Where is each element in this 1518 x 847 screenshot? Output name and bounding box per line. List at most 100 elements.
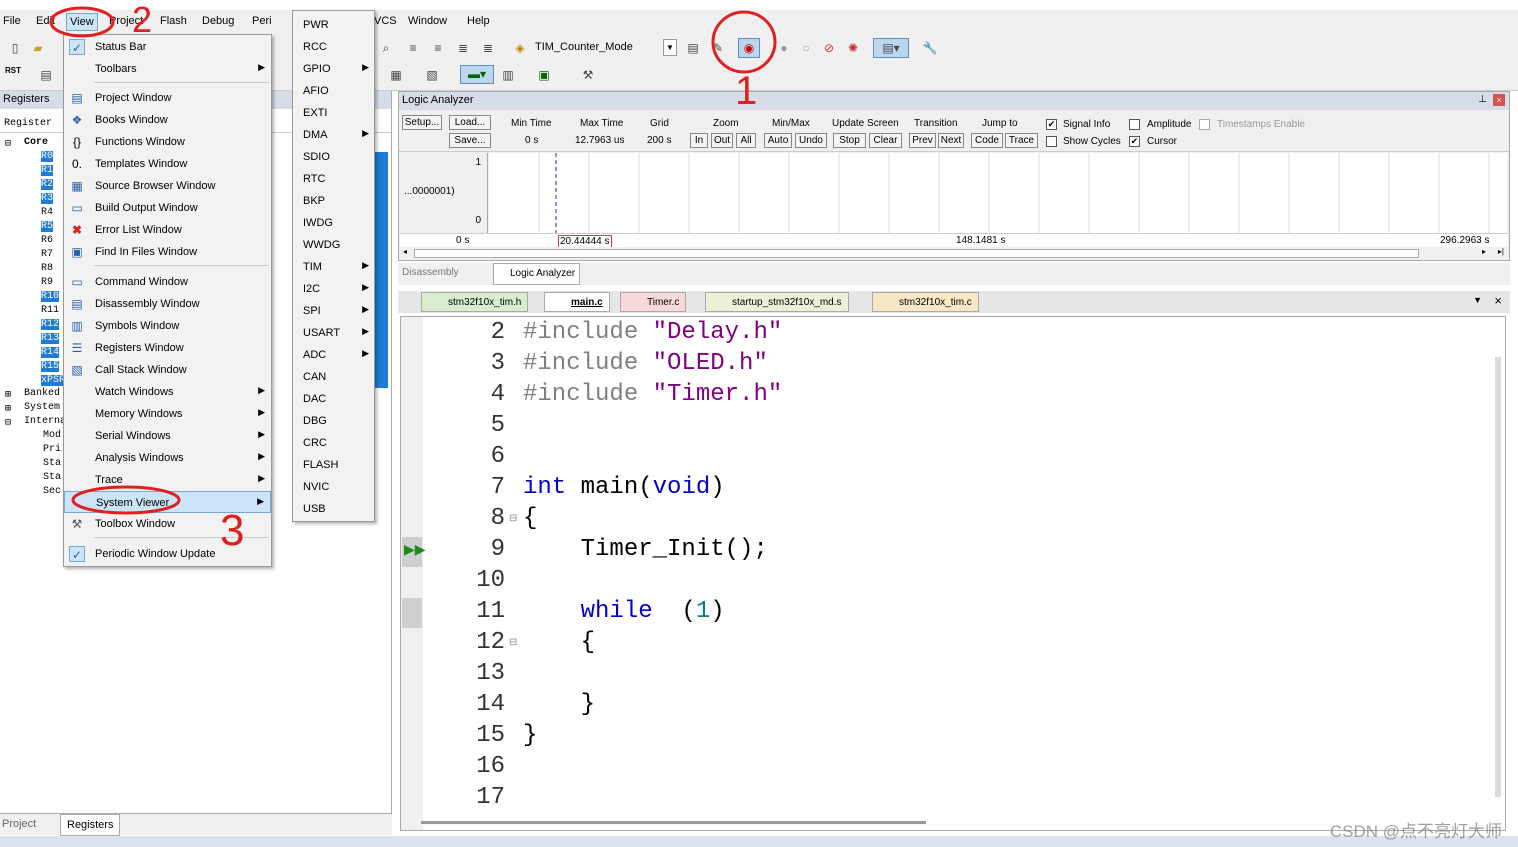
scroll-right-icon[interactable]: ▸ — [1482, 247, 1486, 256]
tab-main-c[interactable]: main.c — [544, 292, 610, 312]
target-dropdown[interactable]: ▼ — [663, 39, 677, 56]
trace-button[interactable]: Trace — [1005, 133, 1038, 148]
periph-tim[interactable]: TIM ▶ — [293, 256, 374, 278]
periph-sdio[interactable]: SDIO — [293, 146, 374, 168]
menu-item-watch-windows[interactable]: Watch Windows ▶ — [64, 381, 271, 403]
kill-breakpoints-icon[interactable]: ✺ — [845, 40, 861, 56]
menu-project[interactable]: Project — [109, 15, 143, 27]
horizontal-scrollbar[interactable]: ◂ ▸ ▸| — [400, 247, 1508, 260]
register-xpsr[interactable]: xPSR — [41, 375, 66, 386]
tab-stm32f10x-tim-c[interactable]: stm32f10x_tim.c — [872, 292, 979, 312]
signal-name[interactable]: ...0000001) — [404, 186, 455, 197]
waveform-area[interactable] — [489, 153, 1507, 233]
periph-bkp[interactable]: BKP — [293, 190, 374, 212]
group-system[interactable]: System — [24, 402, 60, 413]
menu-help[interactable]: Help — [467, 15, 490, 27]
menu-item-source-browser[interactable]: ▦ Source Browser Window — [64, 175, 271, 197]
register-r10[interactable]: R10 — [41, 291, 60, 302]
cursor-checkbox[interactable]: ✔ — [1129, 136, 1140, 147]
core-expander[interactable]: ⊟ — [5, 138, 11, 150]
disable-breakpoints-icon[interactable]: ⊘ — [821, 40, 837, 56]
zoom-in-button[interactable]: In — [690, 133, 708, 148]
amplitude-checkbox[interactable] — [1129, 119, 1140, 130]
periph-afio[interactable]: AFIO — [293, 80, 374, 102]
register-r12[interactable]: R12 — [41, 319, 60, 330]
prev-button[interactable]: Prev — [909, 133, 936, 148]
banked-expander[interactable]: ⊞ — [5, 389, 11, 401]
debug-session-icon[interactable]: ◉ — [738, 38, 760, 58]
code-button[interactable]: Code — [971, 133, 1003, 148]
register-r2[interactable]: R2 — [41, 179, 54, 190]
periph-usart[interactable]: USART ▶ — [293, 322, 374, 344]
stop-button[interactable]: Stop — [833, 133, 866, 148]
menu-item-disassembly-window[interactable]: ▤ Disassembly Window — [64, 293, 271, 315]
register-r8[interactable]: R8 — [41, 263, 53, 274]
periph-can[interactable]: CAN — [293, 366, 374, 388]
menu-edit[interactable]: Edit — [36, 15, 55, 27]
setup-button[interactable]: Setup... — [402, 115, 442, 130]
timestamps-checkbox[interactable] — [1199, 119, 1210, 130]
tab-project[interactable]: Project — [2, 818, 36, 830]
menu-item-system-viewer[interactable]: System Viewer ▶ — [64, 491, 271, 513]
zoom-all-button[interactable]: All — [736, 133, 756, 148]
menu-window[interactable]: Window — [408, 15, 447, 27]
menu-item-toolbox-window[interactable]: ⚒ Toolbox Window — [64, 513, 271, 535]
undo-button[interactable]: Undo — [795, 133, 827, 148]
trace-window-icon[interactable]: ▥ — [500, 67, 516, 83]
outdent-icon[interactable]: ≡ — [430, 40, 446, 56]
vertical-scrollbar[interactable] — [1495, 357, 1501, 797]
menu-item-call-stack-window[interactable]: ▧ Call Stack Window — [64, 359, 271, 381]
signal-info-checkbox[interactable]: ✔ — [1046, 119, 1057, 130]
scroll-left-icon[interactable]: ◂ — [403, 247, 407, 256]
tab-timer-c[interactable]: Timer.c — [620, 292, 687, 312]
periph-adc[interactable]: ADC ▶ — [293, 344, 374, 366]
show-cycles-checkbox[interactable] — [1046, 136, 1057, 147]
run-icon[interactable]: ▤ — [38, 67, 54, 83]
periph-wwdg[interactable]: WWDG — [293, 234, 374, 256]
zoom-out-button[interactable]: Out — [711, 133, 733, 148]
periph-gpio[interactable]: GPIO ▶ — [293, 58, 374, 80]
periph-i2c[interactable]: I2C ▶ — [293, 278, 374, 300]
menu-peripherals[interactable]: Peri — [252, 15, 272, 27]
pin-icon[interactable]: ⊥ — [1478, 94, 1487, 105]
menu-item-analysis-windows[interactable]: Analysis Windows ▶ — [64, 447, 271, 469]
menu-item-books-window[interactable]: ❖ Books Window — [64, 109, 271, 131]
fold-while-icon[interactable]: ⊟ — [509, 637, 517, 648]
menu-item-registers-window[interactable]: ☰ Registers Window — [64, 337, 271, 359]
internal-sec[interactable]: Sec — [43, 486, 61, 497]
periph-dma[interactable]: DMA ▶ — [293, 124, 374, 146]
reset-icon[interactable]: RST — [5, 66, 21, 75]
next-button[interactable]: Next — [938, 133, 964, 148]
configure-icon[interactable]: 🔧 — [922, 40, 938, 56]
menu-item-functions-window[interactable]: {} Functions Window — [64, 131, 271, 153]
code-editor[interactable]: ▶▶ 2 3 4 5 6 7 8 9 10 11 12 13 14 15 16 … — [400, 316, 1506, 831]
close-tab-icon[interactable]: × — [1494, 293, 1502, 308]
internal-stack[interactable]: Sta — [43, 458, 61, 469]
menu-file[interactable]: File — [3, 15, 21, 27]
register-r13[interactable]: R13 — [41, 333, 60, 344]
register-r9[interactable]: R9 — [41, 277, 53, 288]
memory-window-icon[interactable]: ▦ — [388, 67, 404, 83]
uncomment-icon[interactable]: ≣ — [480, 40, 496, 56]
options-icon[interactable]: ▤ — [685, 40, 701, 56]
system-viewer-icon[interactable]: ▣ — [536, 67, 552, 83]
internal-mode[interactable]: Mod — [43, 430, 61, 441]
menu-item-periodic-update[interactable]: ✓ Periodic Window Update — [64, 543, 271, 565]
register-r7[interactable]: R7 — [41, 249, 53, 260]
breakpoint-icon[interactable]: ● — [776, 40, 792, 56]
indent-icon[interactable]: ≡ — [405, 40, 421, 56]
register-r15[interactable]: R15 — [41, 361, 60, 372]
group-banked[interactable]: Banked — [24, 388, 60, 399]
periph-rcc[interactable]: RCC — [293, 36, 374, 58]
tab-disassembly[interactable]: Disassembly — [402, 267, 459, 278]
register-r5[interactable]: R5 — [41, 221, 54, 232]
system-expander[interactable]: ⊞ — [5, 403, 11, 415]
periph-spi[interactable]: SPI ▶ — [293, 300, 374, 322]
menu-item-symbols-window[interactable]: ▥ Symbols Window — [64, 315, 271, 337]
periph-usb[interactable]: USB — [293, 498, 374, 520]
auto-button[interactable]: Auto — [764, 133, 792, 148]
menu-vcs[interactable]: VCS — [374, 15, 397, 27]
menu-item-error-list[interactable]: ✖ Error List Window — [64, 219, 271, 241]
menu-item-command-window[interactable]: ▭ Command Window — [64, 271, 271, 293]
register-r1[interactable]: R1 — [41, 165, 54, 176]
